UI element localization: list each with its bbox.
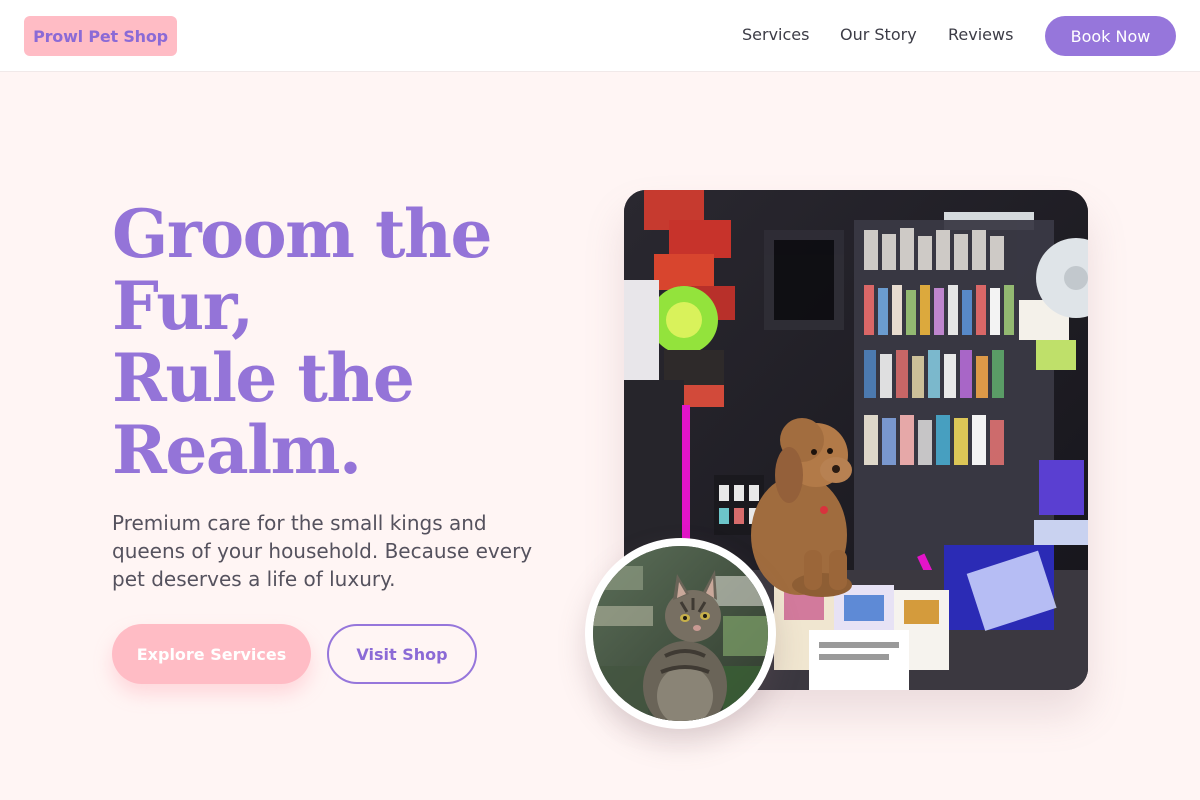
logo[interactable]: Prowl Pet Shop [24, 16, 177, 56]
explore-services-button[interactable]: Explore Services [112, 624, 311, 684]
hero-title-line: Fur, [112, 267, 254, 345]
site-header: Prowl Pet Shop Services Our Story Review… [0, 0, 1200, 72]
nav-our-story[interactable]: Our Story [840, 24, 917, 46]
nav-reviews[interactable]: Reviews [948, 24, 1013, 46]
hero-title: Groom the Fur, Rule the Realm. [112, 198, 572, 486]
hero-subtitle: Premium care for the small kings and que… [112, 511, 533, 591]
nav-services[interactable]: Services [742, 24, 809, 46]
book-now-button[interactable]: Book Now [1045, 16, 1176, 56]
hero-title-line: Groom the [112, 195, 492, 273]
hero-title-line: Rule the [112, 339, 415, 417]
visit-shop-button[interactable]: Visit Shop [327, 624, 477, 684]
cat-inset-photo [585, 538, 776, 729]
hero-title-line: Realm. [112, 411, 362, 489]
